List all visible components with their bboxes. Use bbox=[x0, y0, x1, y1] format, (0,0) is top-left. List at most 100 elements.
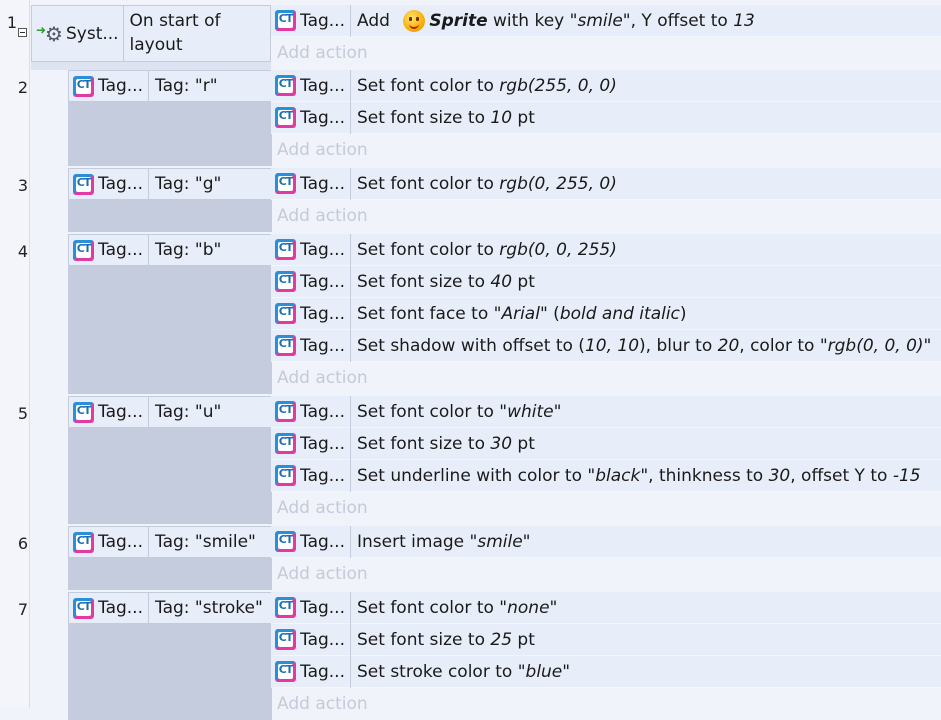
action-label: ), blur to bbox=[639, 335, 718, 356]
action-text: Set font size to 10 pt bbox=[351, 108, 535, 128]
event-block[interactable]: ➜⚙Syst...On start of layout Tag... Add Spr… bbox=[31, 4, 941, 70]
add-action-link[interactable]: Add action bbox=[277, 492, 368, 524]
condition-object[interactable]: Tag... bbox=[69, 397, 149, 427]
gear-icon: ⚙ bbox=[45, 21, 63, 46]
action-object[interactable]: Tag... bbox=[271, 167, 351, 200]
action-row[interactable]: Tag... Set font color to rgb(255, 0, 0) bbox=[271, 69, 941, 102]
condition[interactable]: Tag... Tag: "u" bbox=[68, 396, 272, 428]
action-label: Set stroke color to bbox=[357, 661, 518, 682]
condition[interactable]: Tag... Tag: "smile" bbox=[68, 526, 272, 558]
action-param: 30 bbox=[768, 465, 791, 486]
add-action-link[interactable]: Add action bbox=[277, 134, 368, 166]
action-row[interactable]: Tag... Set font color to "none" bbox=[271, 591, 941, 624]
action-label: pt bbox=[512, 271, 535, 292]
condition[interactable]: Tag... Tag: "g" bbox=[68, 168, 272, 200]
condition[interactable]: Tag... Tag: "stroke" bbox=[68, 592, 272, 624]
action-object[interactable]: Tag... bbox=[271, 591, 351, 624]
action-row[interactable]: Tag... Insert image "smile" bbox=[271, 525, 941, 558]
condition-object[interactable]: Tag... bbox=[69, 235, 149, 265]
action-object[interactable]: Tag... bbox=[271, 69, 351, 102]
action-text: Add Sprite with key "smile", Y offset to… bbox=[351, 9, 755, 32]
action-row[interactable]: Tag... Set font size to 10 pt bbox=[271, 101, 941, 134]
action-text: Set font size to 30 pt bbox=[351, 434, 535, 454]
action-text: Set font color to "none" bbox=[351, 598, 557, 618]
action-object[interactable]: Tag... bbox=[271, 525, 351, 558]
condition-object-name: Syst... bbox=[66, 23, 119, 44]
action-object-name: Tag... bbox=[300, 10, 345, 31]
action-object[interactable]: Tag... bbox=[271, 329, 351, 362]
action-object[interactable]: Tag... bbox=[271, 297, 351, 330]
action-param: "Arial" bbox=[493, 303, 548, 324]
action-param: 13 bbox=[733, 10, 755, 31]
condition-object[interactable]: Tag... bbox=[69, 169, 149, 199]
action-object[interactable]: Tag... bbox=[271, 655, 351, 688]
action-row[interactable]: Tag... Set font size to 25 pt bbox=[271, 623, 941, 656]
collapse-toggle[interactable] bbox=[18, 28, 27, 37]
condition-object[interactable]: ➜ ⚙ Syst... bbox=[32, 6, 124, 61]
action-object[interactable]: Tag... bbox=[271, 395, 351, 428]
event-block[interactable]: Tag... Tag: "stroke" Tag... Set font color … bbox=[31, 591, 941, 720]
action-text: Insert image "smile" bbox=[351, 532, 531, 552]
condition[interactable]: Tag... Tag: "r" bbox=[68, 70, 272, 102]
condition[interactable]: ➜ ⚙ Syst... On start of layout bbox=[31, 5, 271, 62]
condition-object[interactable]: Tag... bbox=[69, 71, 149, 101]
action-text: Set font color to rgb(0, 0, 255) bbox=[351, 240, 617, 260]
tagtext-plugin-icon bbox=[275, 629, 296, 650]
condition-column: Tag... Tag: "u" bbox=[68, 396, 272, 524]
tagtext-plugin-icon bbox=[275, 465, 296, 486]
action-row[interactable]: Tag... Set stroke color to "blue" bbox=[271, 655, 941, 688]
action-row[interactable]: Tag... Set font face to "Arial" (bold and… bbox=[271, 297, 941, 330]
condition-object[interactable]: Tag... bbox=[69, 593, 149, 623]
action-row[interactable]: Tag... Set font color to rgb(0, 255, 0) bbox=[271, 167, 941, 200]
action-list: Tag... Set font color to "none" Tag... Set … bbox=[271, 591, 941, 720]
action-object-name: Tag... bbox=[300, 531, 345, 552]
action-object[interactable]: Tag... bbox=[271, 233, 351, 266]
event-block[interactable]: Tag... Tag: "r" Tag... Set font color to rg… bbox=[31, 69, 941, 166]
condition-object[interactable]: Tag... bbox=[69, 527, 149, 557]
action-row[interactable]: Tag... Set font color to "white" bbox=[271, 395, 941, 428]
action-text: Set font face to "Arial" (bold and itali… bbox=[351, 304, 687, 324]
action-row[interactable]: Tag... Set font size to 40 pt bbox=[271, 265, 941, 298]
action-object[interactable]: Tag... bbox=[271, 4, 351, 37]
action-label: Set font size to bbox=[357, 629, 491, 650]
action-object[interactable]: Tag... bbox=[271, 101, 351, 134]
action-object-name: Tag... bbox=[300, 335, 345, 356]
action-param: 20 bbox=[717, 335, 740, 356]
event-block[interactable]: Tag... Tag: "u" Tag... Set font color to "w… bbox=[31, 395, 941, 524]
action-object[interactable]: Tag... bbox=[271, 427, 351, 460]
tagtext-plugin-icon bbox=[275, 597, 296, 618]
action-row[interactable]: Tag... Set font size to 30 pt bbox=[271, 427, 941, 460]
action-object[interactable]: Tag... bbox=[271, 265, 351, 298]
add-action-link[interactable]: Add action bbox=[277, 362, 368, 394]
condition-text: Tag: "smile" bbox=[155, 532, 256, 552]
action-row[interactable]: Tag... Set shadow with offset to (10, 10)… bbox=[271, 329, 941, 362]
add-action-link[interactable]: Add action bbox=[277, 37, 368, 69]
action-param: -15 bbox=[892, 465, 921, 486]
add-action-link[interactable]: Add action bbox=[277, 558, 368, 590]
action-object-name: Tag... bbox=[300, 75, 345, 96]
condition-column: ➜ ⚙ Syst... On start of layout bbox=[31, 5, 271, 70]
tagtext-plugin-icon bbox=[275, 239, 296, 260]
condition-column: Tag... Tag: "stroke" bbox=[68, 592, 272, 720]
action-param: "rgb(0, 0, 0)" bbox=[819, 335, 932, 356]
action-param: rgb(0, 0, 255) bbox=[499, 239, 617, 260]
condition-column: Tag... Tag: "b" bbox=[68, 234, 272, 394]
action-row[interactable]: Tag... Set font color to rgb(0, 0, 255) bbox=[271, 233, 941, 266]
event-block[interactable]: Tag... Tag: "g" Tag... Set font color to rg… bbox=[31, 167, 941, 232]
action-label: Set underline with color to bbox=[357, 465, 588, 486]
add-action-link[interactable]: Add action bbox=[277, 200, 368, 232]
event-number: 2 bbox=[17, 78, 28, 97]
action-row[interactable]: Tag... Set underline with color to "black… bbox=[271, 459, 941, 492]
event-block[interactable]: Tag... Tag: "smile" Tag... Insert image "sm… bbox=[31, 525, 941, 590]
action-row[interactable]: Tag... Add Sprite with key "smile", Y off… bbox=[271, 4, 941, 37]
action-list: Tag... Insert image "smile" Add action bbox=[271, 525, 941, 590]
action-label: Set font color to bbox=[357, 239, 500, 260]
event-block[interactable]: Tag... Tag: "b" Tag... Set font color to rg… bbox=[31, 233, 941, 394]
add-action-link[interactable]: Add action bbox=[277, 688, 368, 720]
action-object[interactable]: Tag... bbox=[271, 623, 351, 656]
action-object[interactable]: Tag... bbox=[271, 459, 351, 492]
condition[interactable]: Tag... Tag: "b" bbox=[68, 234, 272, 266]
action-param: "smile" bbox=[469, 531, 531, 552]
action-label: with key bbox=[487, 10, 570, 31]
action-label: Set font face to bbox=[357, 303, 494, 324]
